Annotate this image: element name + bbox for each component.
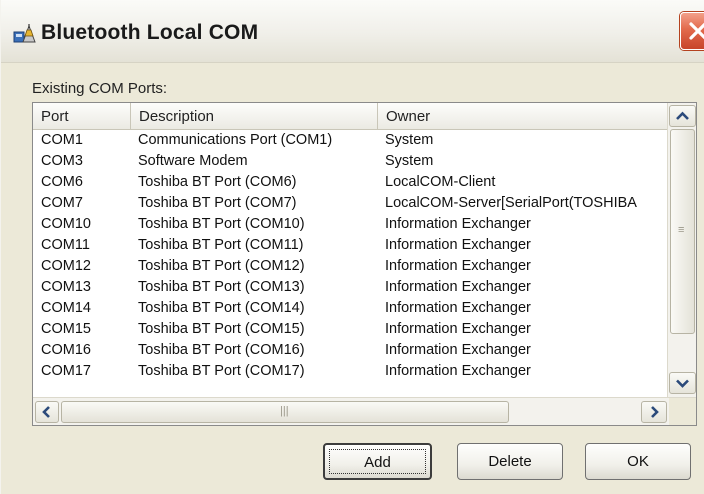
- window-title: Bluetooth Local COM: [41, 21, 259, 44]
- description-cell: Toshiba BT Port (COM15): [138, 321, 305, 337]
- chevron-down-icon: [676, 379, 689, 388]
- chevron-up-icon: [676, 111, 689, 120]
- port-cell: COM11: [41, 237, 90, 253]
- port-cell: COM7: [41, 195, 83, 211]
- scroll-left-button[interactable]: [35, 401, 59, 423]
- chevron-left-icon: [42, 406, 50, 418]
- close-button[interactable]: [680, 12, 704, 50]
- description-cell: Toshiba BT Port (COM13): [138, 279, 305, 295]
- table-row[interactable]: COM14 Toshiba BT Port (COM14) Informatio…: [33, 298, 667, 318]
- table-row[interactable]: COM1 Communications Port (COM1) System: [33, 130, 667, 150]
- scrollbar-corner: [669, 398, 696, 425]
- delete-button[interactable]: Delete: [457, 443, 563, 480]
- ok-button-label: OK: [627, 453, 649, 470]
- port-cell: COM12: [41, 258, 91, 274]
- port-cell: COM14: [41, 300, 91, 316]
- table-row[interactable]: COM10 Toshiba BT Port (COM10) Informatio…: [33, 214, 667, 234]
- port-cell: COM6: [41, 174, 83, 190]
- column-header-port[interactable]: Port: [33, 103, 131, 129]
- table-row[interactable]: COM17 Toshiba BT Port (COM17) Informatio…: [33, 361, 667, 381]
- port-cell: COM3: [41, 153, 83, 169]
- table-row[interactable]: COM3 Software Modem System: [33, 151, 667, 171]
- title-bar[interactable]: Bluetooth Local COM: [1, 0, 704, 63]
- scroll-up-button[interactable]: [669, 105, 696, 127]
- port-cell: COM17: [41, 363, 91, 379]
- existing-com-ports-label: Existing COM Ports:: [32, 80, 168, 97]
- port-cell: COM10: [41, 216, 91, 232]
- scroll-right-button[interactable]: [641, 401, 667, 423]
- table-row[interactable]: COM11 Toshiba BT Port (COM11) Informatio…: [33, 235, 667, 255]
- owner-cell: Information Exchanger: [385, 321, 531, 337]
- description-cell: Toshiba BT Port (COM12): [138, 258, 305, 274]
- owner-cell: Information Exchanger: [385, 300, 531, 316]
- scroll-down-button[interactable]: [669, 372, 696, 394]
- owner-cell: Information Exchanger: [385, 342, 531, 358]
- description-cell: Toshiba BT Port (COM16): [138, 342, 305, 358]
- description-cell: Toshiba BT Port (COM11): [138, 237, 304, 253]
- owner-cell: System: [385, 153, 434, 169]
- list-rows: COM1 Communications Port (COM1) System C…: [33, 130, 667, 394]
- grip-icon: |||: [280, 405, 289, 417]
- bluetooth-local-com-dialog: Bluetooth Local COM Existing COM Ports: …: [0, 0, 704, 494]
- description-cell: Toshiba BT Port (COM17): [138, 363, 305, 379]
- list-header: Port Description Owner: [33, 103, 667, 130]
- owner-cell: Information Exchanger: [385, 258, 531, 274]
- com-ports-list[interactable]: Port Description Owner COM1 Communicatio…: [32, 102, 697, 426]
- owner-cell: LocalCOM-Client: [385, 174, 496, 190]
- port-cell: COM13: [41, 279, 91, 295]
- description-cell: Communications Port (COM1): [138, 132, 333, 148]
- owner-cell: System: [385, 132, 434, 148]
- description-cell: Toshiba BT Port (COM14): [138, 300, 305, 316]
- delete-button-label: Delete: [488, 453, 532, 470]
- horizontal-scroll-thumb[interactable]: |||: [61, 401, 509, 423]
- owner-cell: Information Exchanger: [385, 216, 531, 232]
- bluetooth-com-port-icon: [13, 22, 39, 44]
- focus-rectangle: [329, 449, 426, 474]
- table-row[interactable]: COM16 Toshiba BT Port (COM16) Informatio…: [33, 340, 667, 360]
- owner-cell: Information Exchanger: [385, 279, 531, 295]
- table-row[interactable]: COM15 Toshiba BT Port (COM15) Informatio…: [33, 319, 667, 339]
- table-row[interactable]: COM13 Toshiba BT Port (COM13) Informatio…: [33, 277, 667, 297]
- column-header-owner[interactable]: Owner: [378, 103, 667, 129]
- grip-icon: ≡: [678, 224, 685, 236]
- port-cell: COM16: [41, 342, 91, 358]
- port-cell: COM1: [41, 132, 83, 148]
- vertical-scroll-thumb[interactable]: ≡: [670, 129, 695, 334]
- description-cell: Toshiba BT Port (COM7): [138, 195, 297, 211]
- add-button[interactable]: Add: [323, 443, 432, 480]
- description-cell: Toshiba BT Port (COM6): [138, 174, 297, 190]
- table-row[interactable]: COM12 Toshiba BT Port (COM12) Informatio…: [33, 256, 667, 276]
- horizontal-scrollbar[interactable]: |||: [33, 397, 696, 425]
- owner-cell: Information Exchanger: [385, 363, 531, 379]
- owner-cell: LocalCOM-Server[SerialPort(TOSHIBA: [385, 195, 637, 211]
- vertical-scrollbar[interactable]: ≡: [667, 103, 696, 397]
- description-cell: Software Modem: [138, 153, 248, 169]
- close-icon: [689, 22, 704, 40]
- owner-cell: Information Exchanger: [385, 237, 531, 253]
- chevron-right-icon: [651, 406, 659, 418]
- table-row[interactable]: COM6 Toshiba BT Port (COM6) LocalCOM-Cli…: [33, 172, 667, 192]
- table-row[interactable]: COM7 Toshiba BT Port (COM7) LocalCOM-Ser…: [33, 193, 667, 213]
- column-header-description[interactable]: Description: [131, 103, 378, 129]
- port-cell: COM15: [41, 321, 91, 337]
- ok-button[interactable]: OK: [585, 443, 691, 480]
- description-cell: Toshiba BT Port (COM10): [138, 216, 305, 232]
